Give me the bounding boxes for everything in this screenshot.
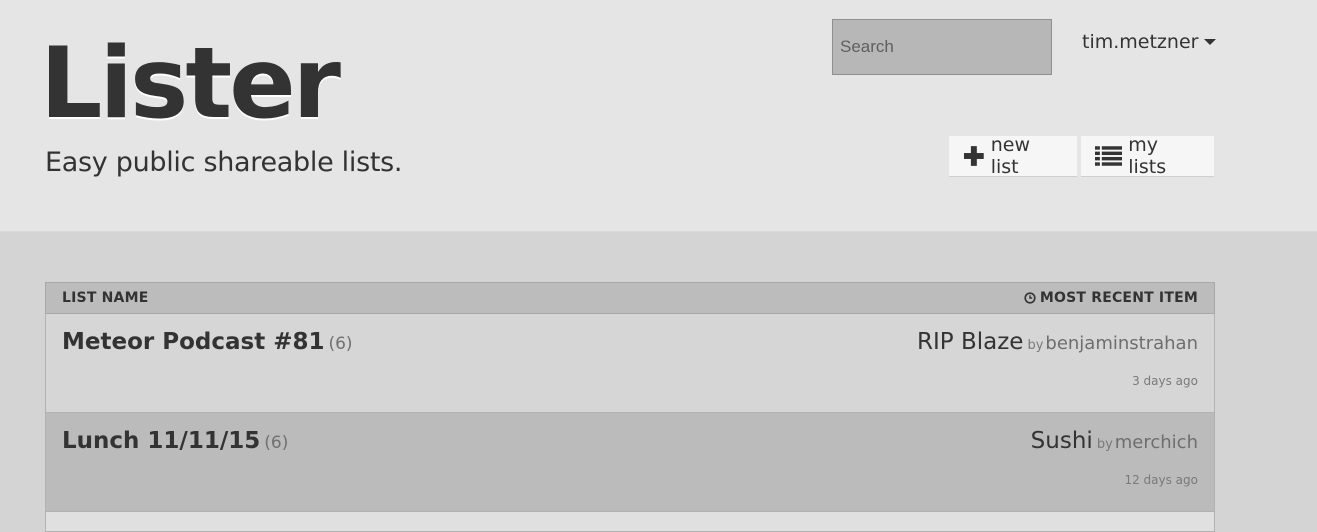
list-title: Meteor Podcast #81	[62, 329, 325, 355]
my-lists-label: my lists	[1128, 134, 1167, 178]
list-name: Meteor Podcast #81 (6)	[62, 329, 353, 355]
timestamp: 12 days ago	[1124, 473, 1198, 487]
new-list-label: new list	[990, 134, 1030, 178]
list-count: (6)	[328, 334, 353, 354]
user-menu[interactable]: tim.metzner	[1082, 31, 1217, 53]
author-name: benjaminstrahan	[1045, 333, 1198, 354]
username: tim.metzner	[1082, 31, 1199, 53]
page-header: Lister Easy public shareable lists. tim.…	[0, 0, 1317, 232]
clock-icon	[1024, 292, 1036, 304]
tagline: Easy public shareable lists.	[45, 147, 403, 178]
brand-logo[interactable]: Lister	[40, 26, 341, 144]
table-row[interactable]: Lunch 11/11/15 (6) Sushi by merchich 12 day…	[45, 413, 1215, 512]
new-list-button[interactable]: new list	[949, 134, 1077, 178]
by-label: by	[1027, 338, 1044, 353]
author-name: merchich	[1114, 432, 1198, 453]
lists-table: LIST NAME MOST RECENT ITEM Meteor Podcas…	[45, 282, 1215, 532]
table-row[interactable]	[45, 512, 1215, 532]
plus-icon	[963, 146, 984, 166]
list-count: (6)	[264, 433, 289, 453]
col-most-recent: MOST RECENT ITEM	[1024, 290, 1198, 306]
timestamp: 3 days ago	[1132, 374, 1198, 388]
recent-item: RIP Blaze by benjaminstrahan	[917, 329, 1198, 355]
my-lists-button[interactable]: my lists	[1081, 134, 1214, 178]
recent-item: Sushi by merchich	[1031, 428, 1198, 454]
col-list-name: LIST NAME	[62, 290, 149, 306]
table-header: LIST NAME MOST RECENT ITEM	[45, 282, 1215, 314]
list-title: Lunch 11/11/15	[62, 428, 261, 454]
recent-item-text: Sushi	[1030, 428, 1093, 454]
by-label: by	[1096, 437, 1113, 452]
caret-down-icon	[1204, 39, 1217, 45]
list-icon	[1095, 146, 1123, 166]
search-input[interactable]	[832, 19, 1052, 75]
recent-item-text: RIP Blaze	[917, 329, 1024, 355]
list-name: Lunch 11/11/15 (6)	[62, 428, 288, 454]
table-row[interactable]: Meteor Podcast #81 (6) RIP Blaze by benjami…	[45, 314, 1215, 413]
col-most-recent-label: MOST RECENT ITEM	[1039, 290, 1198, 306]
